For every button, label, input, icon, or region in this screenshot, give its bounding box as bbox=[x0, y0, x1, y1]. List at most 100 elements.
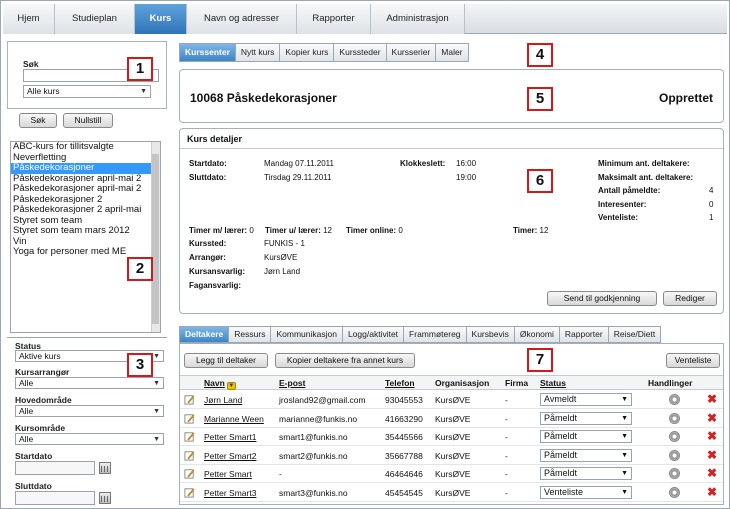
col-header-phone[interactable]: Telefon bbox=[385, 378, 415, 388]
participant-status-select[interactable]: Påmeldt ▼ bbox=[540, 411, 632, 425]
delete-icon[interactable]: ✖ bbox=[707, 486, 717, 498]
reset-button[interactable]: Nullstill bbox=[63, 113, 113, 128]
organizer-select[interactable]: Alle ▼ bbox=[15, 377, 164, 389]
course-filter-select[interactable]: Alle kurs ▼ bbox=[23, 85, 151, 98]
participant-name[interactable]: Petter Smart3 bbox=[204, 488, 256, 498]
tab-kopier-kurs[interactable]: Kopier kurs bbox=[279, 43, 334, 62]
gear-icon[interactable] bbox=[669, 486, 680, 498]
delete-icon[interactable]: ✖ bbox=[707, 449, 717, 461]
status-select-value: Aktive kurs bbox=[19, 351, 61, 361]
col-header-name[interactable]: Navn ▼ bbox=[204, 378, 236, 390]
col-header-organization: Organisasjon bbox=[435, 378, 490, 388]
tab-ressurs[interactable]: Ressurs bbox=[228, 326, 271, 343]
course-list-item[interactable]: Yoga for personer med ME bbox=[11, 247, 160, 258]
col-header-status[interactable]: Status bbox=[540, 378, 566, 388]
delete-icon[interactable]: ✖ bbox=[707, 430, 717, 442]
enddate-input[interactable] bbox=[15, 491, 95, 505]
nav-tab-administrasjon[interactable]: Administrasjon bbox=[371, 4, 465, 34]
participants-panel: Legg til deltaker Kopier deltakere fra a… bbox=[179, 343, 724, 505]
course-list-item[interactable]: Påskedekorasjoner april-mai 2 bbox=[11, 174, 160, 185]
delete-icon[interactable]: ✖ bbox=[707, 393, 717, 405]
table-header: Navn ▼ E-post Telefon Organisasjon Firma … bbox=[180, 375, 723, 390]
calendar-icon[interactable] bbox=[99, 492, 111, 504]
chevron-down-icon: ▼ bbox=[153, 380, 160, 387]
delete-icon[interactable]: ✖ bbox=[707, 467, 717, 479]
tab-reise-diett[interactable]: Reise/Diett bbox=[607, 326, 662, 343]
registered-value: 4 bbox=[709, 186, 714, 195]
area-select[interactable]: Alle ▼ bbox=[15, 433, 164, 445]
waitlist-button[interactable]: Venteliste bbox=[666, 353, 720, 368]
chevron-down-icon: ▼ bbox=[621, 414, 628, 422]
course-list-item[interactable]: Påskedekorasjoner 2 bbox=[11, 195, 160, 206]
sort-icon[interactable]: ▼ bbox=[226, 382, 236, 390]
nav-tab-rapporter[interactable]: Rapporter bbox=[297, 4, 371, 34]
edit-icon[interactable] bbox=[184, 487, 195, 498]
tab-kommunikasjon[interactable]: Kommunikasjon bbox=[270, 326, 342, 343]
copy-participants-button[interactable]: Kopier deltakere fra annet kurs bbox=[275, 353, 415, 368]
edit-button[interactable]: Rediger bbox=[663, 291, 717, 306]
edit-icon[interactable] bbox=[184, 450, 195, 461]
gear-icon[interactable] bbox=[669, 394, 680, 405]
tab-logg-aktivitet[interactable]: Logg/aktivitet bbox=[341, 326, 404, 343]
enddate-label: Sluttdato bbox=[15, 481, 52, 491]
nav-tab-studieplan[interactable]: Studieplan bbox=[55, 4, 135, 34]
participant-status-select[interactable]: Venteliste ▼ bbox=[540, 485, 632, 499]
tab-maler[interactable]: Maler bbox=[435, 43, 469, 62]
marker-3: 3 bbox=[127, 353, 153, 377]
edit-icon[interactable] bbox=[184, 394, 195, 405]
tab-deltakere[interactable]: Deltakere bbox=[179, 326, 229, 343]
list-scrollbar-thumb[interactable] bbox=[152, 154, 159, 324]
participant-name[interactable]: Petter Smart bbox=[204, 469, 252, 479]
course-list-item[interactable]: Styret som team bbox=[11, 216, 160, 227]
gear-icon[interactable] bbox=[669, 449, 680, 461]
chevron-down-icon: ▼ bbox=[153, 408, 160, 415]
send-for-approval-button[interactable]: Send til godkjenning bbox=[547, 291, 657, 306]
tab-kurssteder[interactable]: Kurssteder bbox=[333, 43, 386, 62]
add-participant-button[interactable]: Legg til deltaker bbox=[184, 353, 268, 368]
tab-frammotereg[interactable]: Frammøtereg bbox=[403, 326, 466, 343]
participant-name[interactable]: Jørn Land bbox=[204, 395, 242, 405]
gear-icon[interactable] bbox=[669, 412, 680, 424]
course-list-item[interactable]: Påskedekorasjoner 2 april-mai bbox=[11, 205, 160, 216]
gear-icon[interactable] bbox=[669, 468, 680, 479]
edit-icon[interactable] bbox=[184, 431, 195, 442]
chevron-down-icon: ▼ bbox=[621, 451, 628, 459]
startdate-input[interactable] bbox=[15, 461, 95, 475]
participant-status-select[interactable]: Avmeldt ▼ bbox=[540, 393, 632, 406]
col-header-email[interactable]: E-post bbox=[279, 378, 305, 388]
participant-status-select[interactable]: Påmeldt ▼ bbox=[540, 430, 632, 443]
tab-kursserier[interactable]: Kursserier bbox=[385, 43, 436, 62]
course-list-item[interactable]: Styret som team mars 2012 bbox=[11, 226, 160, 237]
calendar-icon[interactable] bbox=[99, 462, 111, 474]
tab-rapporter[interactable]: Rapporter bbox=[558, 326, 608, 343]
nav-tab-hjem[interactable]: Hjem bbox=[3, 4, 55, 34]
course-list-item-selected[interactable]: Påskedekorasjoner bbox=[11, 163, 160, 174]
tab-okonomi[interactable]: Økonomi bbox=[513, 326, 559, 343]
course-list-item[interactable]: Vin bbox=[11, 237, 160, 248]
participant-name[interactable]: Marianne Ween bbox=[204, 414, 264, 424]
participant-email: marianne@funkis.no bbox=[279, 413, 358, 424]
participant-status-select[interactable]: Påmeldt ▼ bbox=[540, 448, 632, 462]
course-list-item[interactable]: ABC-kurs for tillitsvalgte bbox=[11, 142, 160, 153]
tab-nytt-kurs[interactable]: Nytt kurs bbox=[234, 43, 280, 62]
nav-tab-kurs[interactable]: Kurs bbox=[135, 4, 187, 34]
course-list-item[interactable]: Påskedekorasjoner april-mai 2 bbox=[11, 184, 160, 195]
participant-name[interactable]: Petter Smart2 bbox=[204, 451, 256, 461]
delete-icon[interactable]: ✖ bbox=[707, 412, 717, 424]
marker-1: 1 bbox=[127, 57, 153, 81]
nav-tab-navn-og-adresser[interactable]: Navn og adresser bbox=[187, 4, 297, 34]
participant-status-select[interactable]: Påmeldt ▼ bbox=[540, 467, 632, 480]
participant-name[interactable]: Petter Smart1 bbox=[204, 432, 256, 442]
participant-status-value: Påmeldt bbox=[544, 449, 578, 460]
gear-icon[interactable] bbox=[669, 431, 680, 442]
participant-email: jrosland92@gmail.com bbox=[279, 395, 366, 405]
list-scrollbar-track[interactable] bbox=[151, 142, 160, 332]
search-button[interactable]: Søk bbox=[19, 113, 57, 128]
tab-kurssenter[interactable]: Kurssenter bbox=[179, 43, 235, 62]
edit-icon[interactable] bbox=[184, 468, 195, 479]
tab-kursbevis[interactable]: Kursbevis bbox=[465, 326, 514, 343]
edit-icon[interactable] bbox=[184, 413, 195, 424]
participant-firm: - bbox=[505, 487, 508, 498]
course-list-item[interactable]: Neverfletting bbox=[11, 153, 160, 164]
mainarea-select[interactable]: Alle ▼ bbox=[15, 405, 164, 417]
